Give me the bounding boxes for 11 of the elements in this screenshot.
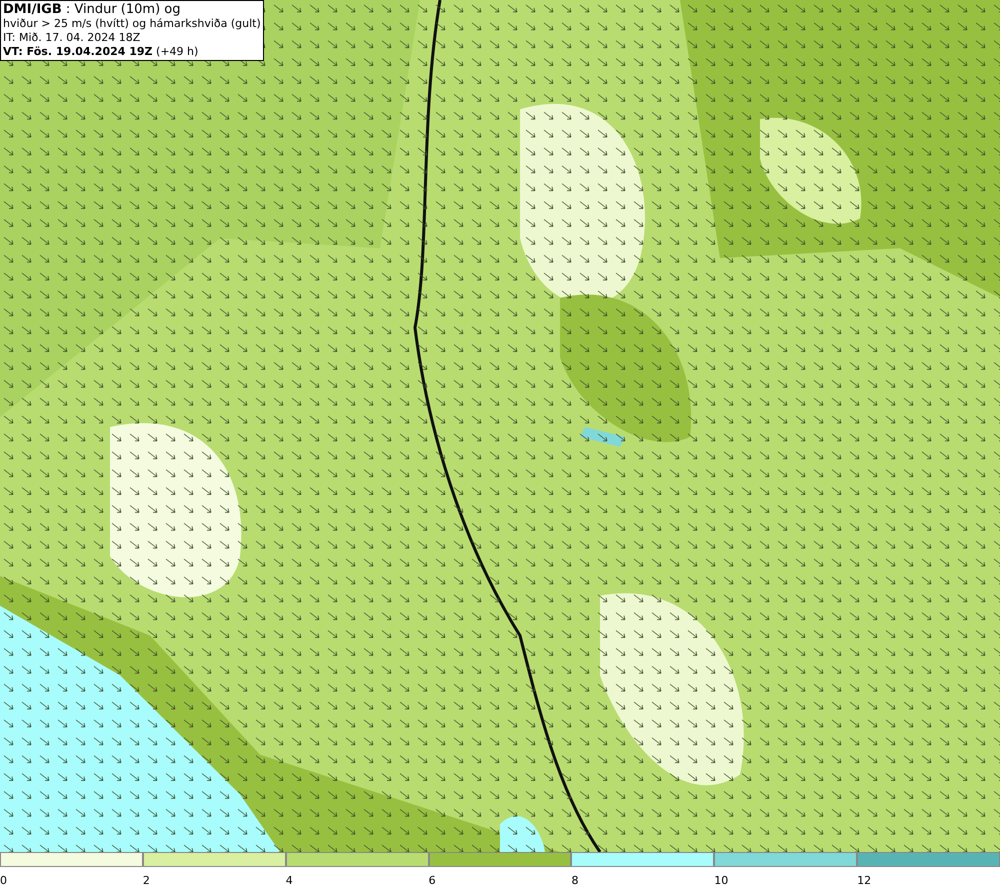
legend-label: 12 xyxy=(857,874,872,887)
header-line: hviður > 25 m/s (hvítt) og hámarkshviða (gult) xyxy=(3,17,261,31)
header-line: DMI/IGB : Vindur (10m) og xyxy=(3,2,182,17)
legend-label: 4 xyxy=(286,874,293,887)
header-line: VT: Fös. 19.04.2024 19Z (+49 h) xyxy=(3,45,200,59)
legend-label: 6 xyxy=(428,874,436,887)
legend-label: 2 xyxy=(142,874,150,887)
legend-label: 8 xyxy=(571,874,578,887)
legend-label: 10 xyxy=(714,874,728,887)
legend-label: 0 xyxy=(0,874,7,887)
header-line: IT: Mið. 17. 04. 2024 18Z xyxy=(3,31,142,45)
